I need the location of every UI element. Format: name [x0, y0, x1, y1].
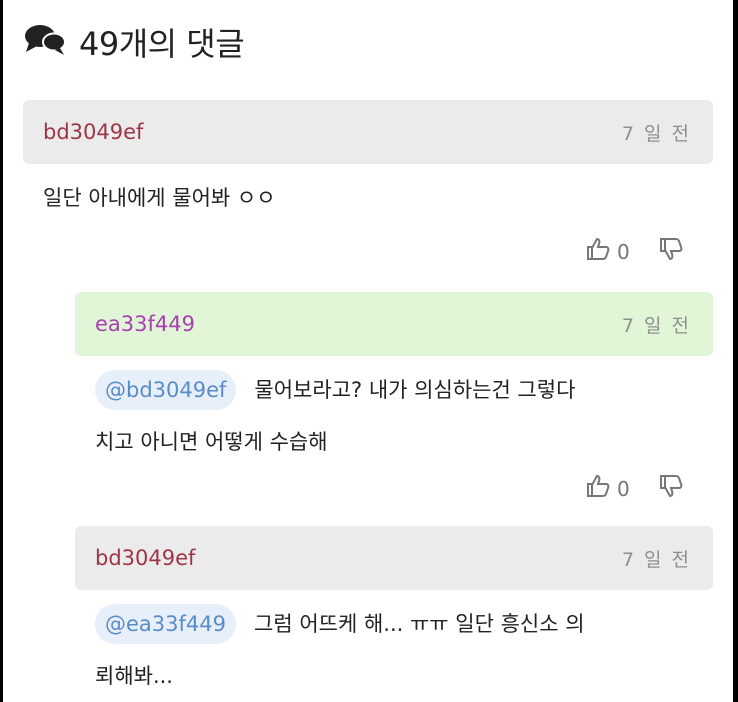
- comment-text-line: 물어보라고? 내가 의심하는건 그렇다: [254, 378, 576, 402]
- comment-header: bd3049ef 7 일 전: [75, 526, 713, 590]
- comments-header: 49개의 댓글: [23, 20, 245, 64]
- speech-bubbles-icon: [23, 23, 67, 61]
- comment-author[interactable]: bd3049ef: [95, 546, 195, 570]
- comment-text: 일단 아내에게 물어봐 ㅇㅇ: [43, 186, 276, 210]
- comment-author[interactable]: bd3049ef: [43, 120, 143, 144]
- comment-text-line: 뢰해봐...: [95, 664, 173, 688]
- thumbs-up-icon[interactable]: [585, 473, 611, 504]
- comment-time: 7 일 전: [621, 548, 691, 571]
- thumbs-down-icon[interactable]: [658, 473, 684, 504]
- vote-bar: 0: [585, 236, 684, 267]
- comment-text-line: 그럼 어뜨케 해... ㅠㅠ 일단 흥신소 의: [254, 612, 585, 636]
- comment-author[interactable]: ea33f449: [95, 312, 195, 336]
- thumbs-down-icon[interactable]: [658, 236, 684, 267]
- comment-item: bd3049ef 7 일 전 일단 아내에게 물어봐 ㅇㅇ: [23, 100, 713, 224]
- comment-text: @ea33f449 그럼 어뜨케 해... ㅠㅠ 일단 흥신소 의 뢰해봐...: [75, 598, 713, 702]
- comments-page: 49개의 댓글 bd3049ef 7 일 전 일단 아내에게 물어봐 ㅇㅇ 0 …: [3, 0, 733, 702]
- comment-text: @bd3049ef 물어보라고? 내가 의심하는건 그렇다 치고 아니면 어떻게 …: [75, 364, 713, 468]
- comment-text-line: 치고 아니면 어떻게 수습해: [95, 430, 328, 454]
- comment-count: 49개의 댓글: [79, 25, 245, 63]
- reply-item: ea33f449 7 일 전 @bd3049ef 물어보라고? 내가 의심하는건 …: [75, 292, 713, 468]
- like-count: 0: [617, 476, 630, 501]
- thumbs-up-icon[interactable]: [585, 236, 611, 267]
- mention-tag[interactable]: @bd3049ef: [95, 370, 237, 410]
- comment-time: 7 일 전: [621, 314, 691, 337]
- reply-item: bd3049ef 7 일 전 @ea33f449 그럼 어뜨케 해... ㅠㅠ 일…: [75, 526, 713, 702]
- comment-time: 7 일 전: [621, 122, 691, 145]
- vote-bar: 0: [585, 473, 684, 504]
- comment-header: bd3049ef 7 일 전: [23, 100, 713, 164]
- mention-tag[interactable]: @ea33f449: [95, 604, 236, 644]
- like-count: 0: [617, 239, 630, 264]
- comment-header: ea33f449 7 일 전: [75, 292, 713, 356]
